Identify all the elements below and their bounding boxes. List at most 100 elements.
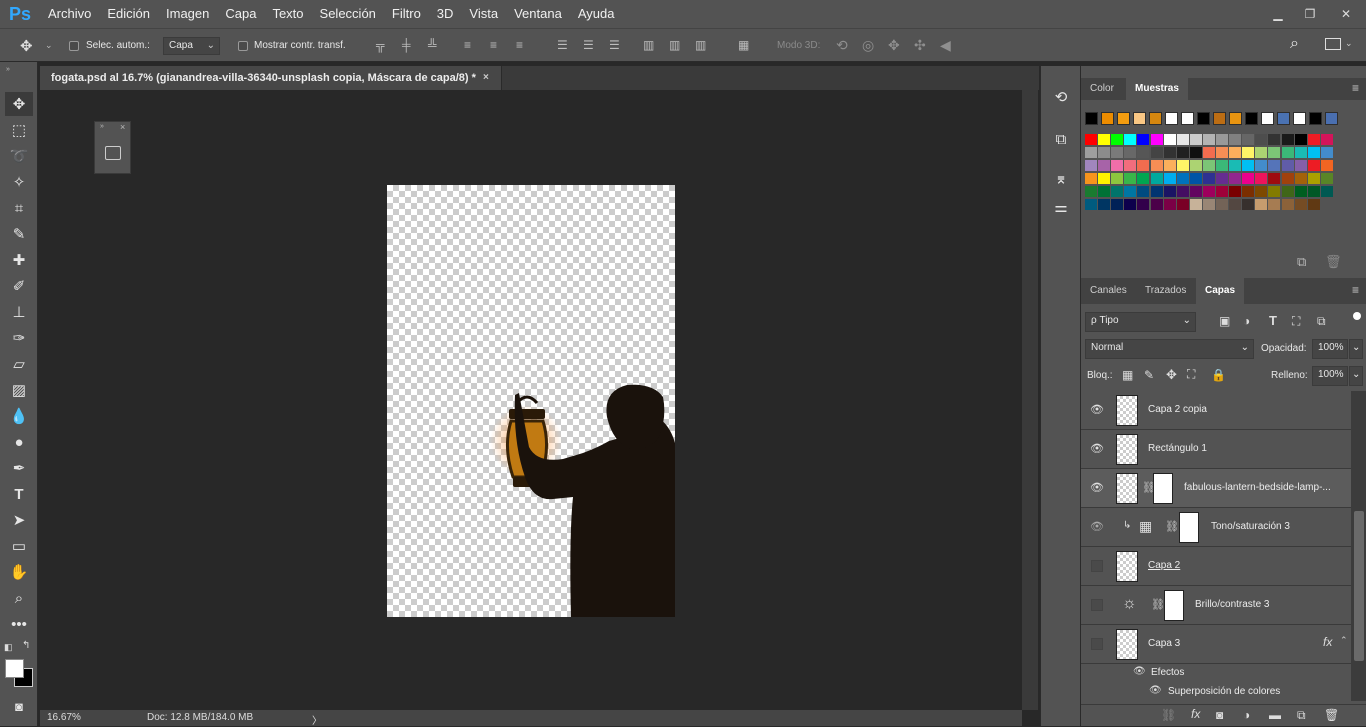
menu-capa[interactable]: Capa bbox=[217, 0, 264, 28]
clone-stamp-tool-icon[interactable]: ⊥ bbox=[5, 300, 33, 324]
swatch[interactable] bbox=[1149, 112, 1162, 125]
palette-swatch[interactable] bbox=[1307, 147, 1320, 158]
palette-swatch[interactable] bbox=[1268, 186, 1281, 197]
palette-swatch[interactable] bbox=[1229, 199, 1242, 210]
panel-expand-icon[interactable]: » bbox=[100, 123, 104, 130]
slide-3d-icon[interactable]: ✣ bbox=[914, 37, 926, 54]
layers-scroll-thumb[interactable] bbox=[1354, 511, 1364, 661]
blur-tool-icon[interactable]: 💧 bbox=[5, 404, 33, 428]
swatch[interactable] bbox=[1165, 112, 1178, 125]
palette-swatch[interactable] bbox=[1255, 199, 1268, 210]
tab-canales[interactable]: Canales bbox=[1081, 278, 1136, 304]
layer-row-selected[interactable]: 👁 ⛓ fabulous-lantern-bedside-lamp-... bbox=[1081, 469, 1351, 508]
palette-swatch[interactable] bbox=[1202, 160, 1215, 171]
hand-tool-icon[interactable]: ✋ bbox=[5, 560, 33, 584]
align-left-icon[interactable]: ≡ bbox=[464, 38, 471, 52]
palette-swatch[interactable] bbox=[1111, 186, 1124, 197]
history-brush-tool-icon[interactable]: ✑ bbox=[5, 326, 33, 350]
layer-row[interactable]: 👁 Rectángulo 1 bbox=[1081, 430, 1351, 469]
palette-swatch[interactable] bbox=[1098, 199, 1111, 210]
rectangle-tool-icon[interactable]: ▭ bbox=[5, 534, 33, 558]
palette-swatch[interactable] bbox=[1176, 186, 1189, 197]
distribute-right-icon[interactable]: ▥ bbox=[695, 38, 706, 52]
auto-align-icon[interactable]: ▦ bbox=[738, 38, 749, 52]
swatch[interactable] bbox=[1085, 112, 1098, 125]
palette-swatch[interactable] bbox=[1294, 186, 1307, 197]
palette-swatch[interactable] bbox=[1320, 173, 1333, 184]
add-mask-icon[interactable]: ◙ bbox=[1216, 708, 1223, 722]
palette-swatch[interactable] bbox=[1281, 147, 1294, 158]
rotate-3d-icon[interactable]: ⟲ bbox=[836, 37, 848, 54]
palette-swatch[interactable] bbox=[1085, 199, 1097, 210]
swatch[interactable] bbox=[1181, 112, 1194, 125]
filter-type-icon[interactable]: T bbox=[1269, 313, 1277, 328]
menu-edicion[interactable]: Edición bbox=[99, 0, 158, 28]
swatch[interactable] bbox=[1229, 112, 1242, 125]
palette-swatch[interactable] bbox=[1202, 134, 1215, 145]
tab-trazados[interactable]: Trazados bbox=[1136, 278, 1195, 304]
align-hcenter-icon[interactable]: ≡ bbox=[490, 38, 497, 52]
foreground-color-swatch[interactable] bbox=[5, 659, 24, 678]
palette-swatch[interactable] bbox=[1320, 134, 1333, 145]
palette-swatch[interactable] bbox=[1150, 186, 1163, 197]
delete-layer-icon[interactable]: 🗑 bbox=[1324, 708, 1339, 722]
link-layers-icon[interactable]: ⛓ bbox=[1161, 708, 1176, 722]
palette-swatch[interactable] bbox=[1242, 173, 1255, 184]
menu-imagen[interactable]: Imagen bbox=[158, 0, 217, 28]
minimize-button[interactable]: ▁ bbox=[1262, 4, 1294, 24]
lock-artboard-icon[interactable]: ⛶ bbox=[1187, 367, 1195, 382]
palette-swatch[interactable] bbox=[1281, 160, 1294, 171]
palette-swatch[interactable] bbox=[1111, 173, 1124, 184]
palette-swatch[interactable] bbox=[1216, 173, 1228, 184]
palette-swatch[interactable] bbox=[1150, 173, 1163, 184]
layers-scrollbar[interactable] bbox=[1351, 391, 1366, 701]
palette-swatch[interactable] bbox=[1268, 134, 1281, 145]
status-menu-arrow[interactable]: 〉 bbox=[312, 712, 322, 727]
palette-swatch[interactable] bbox=[1255, 147, 1268, 158]
palette-swatch[interactable] bbox=[1124, 199, 1137, 210]
show-transform-checkbox[interactable] bbox=[238, 41, 248, 51]
dodge-tool-icon[interactable]: ● bbox=[5, 430, 33, 454]
distribute-hcenter-icon[interactable]: ▥ bbox=[669, 38, 680, 52]
palette-swatch[interactable] bbox=[1229, 186, 1242, 197]
search-icon[interactable]: ⌕ bbox=[1290, 35, 1299, 53]
palette-swatch[interactable] bbox=[1307, 134, 1320, 145]
palette-swatch[interactable] bbox=[1229, 147, 1242, 158]
filter-adjustment-icon[interactable]: ◑ bbox=[1243, 314, 1250, 328]
palette-swatch[interactable] bbox=[1124, 173, 1137, 184]
restore-button[interactable]: ❐ bbox=[1294, 4, 1326, 24]
palette-swatch[interactable] bbox=[1255, 186, 1268, 197]
palette-swatch[interactable] bbox=[1281, 134, 1294, 145]
palette-swatch[interactable] bbox=[1242, 199, 1255, 210]
eyedropper-tool-icon[interactable]: ✎ bbox=[5, 222, 33, 246]
lasso-tool-icon[interactable]: ➰ bbox=[5, 144, 33, 168]
palette-swatch[interactable] bbox=[1307, 160, 1320, 171]
layers-panel-menu-icon[interactable]: ≡ bbox=[1352, 283, 1359, 297]
visibility-toggle-off[interactable] bbox=[1091, 599, 1103, 611]
add-layer-style-icon[interactable]: fx bbox=[1191, 707, 1200, 721]
collapse-tools-icon[interactable]: » bbox=[6, 66, 10, 73]
palette-swatch[interactable] bbox=[1255, 160, 1268, 171]
auto-select-checkbox[interactable] bbox=[69, 41, 79, 51]
new-adjustment-layer-icon[interactable]: ◑ bbox=[1243, 708, 1250, 722]
visibility-eye-icon[interactable]: 👁 bbox=[1090, 482, 1104, 494]
palette-swatch[interactable] bbox=[1307, 186, 1320, 197]
palette-swatch[interactable] bbox=[1150, 199, 1163, 210]
menu-archivo[interactable]: Archivo bbox=[40, 0, 99, 28]
palette-swatch[interactable] bbox=[1202, 199, 1215, 210]
palette-swatch[interactable] bbox=[1163, 134, 1176, 145]
workspace-chevron-icon[interactable]: ⌄ bbox=[1345, 38, 1353, 49]
palette-swatch[interactable] bbox=[1189, 173, 1202, 184]
palette-swatch[interactable] bbox=[1124, 186, 1137, 197]
properties-panel-icon[interactable]: ⧉ bbox=[1050, 128, 1072, 150]
align-right-icon[interactable]: ≡ bbox=[516, 38, 523, 52]
palette-swatch[interactable] bbox=[1085, 134, 1097, 145]
palette-swatch[interactable] bbox=[1216, 199, 1228, 210]
palette-swatch[interactable] bbox=[1268, 160, 1281, 171]
palette-swatch[interactable] bbox=[1268, 147, 1281, 158]
menu-seleccion[interactable]: Selección bbox=[312, 0, 384, 28]
palette-swatch[interactable] bbox=[1294, 147, 1307, 158]
close-document-icon[interactable]: × bbox=[483, 66, 489, 90]
palette-swatch[interactable] bbox=[1294, 134, 1307, 145]
new-layer-icon[interactable]: ⧉ bbox=[1297, 708, 1306, 723]
